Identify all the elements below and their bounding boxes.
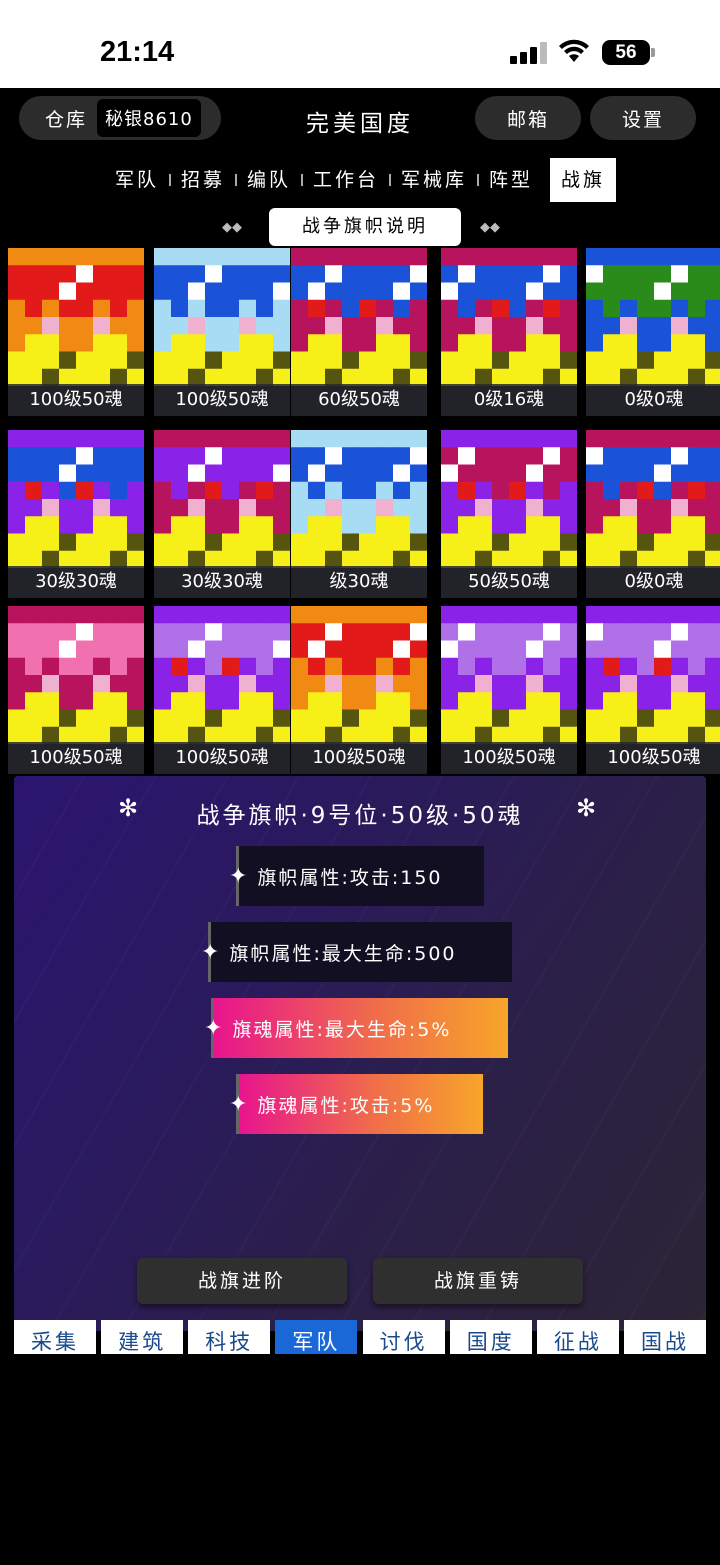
flag-image: [441, 606, 577, 744]
flag-image: [154, 248, 290, 386]
flag-slot[interactable]: 30级30魂: [8, 430, 144, 598]
flag-explain-button[interactable]: 战争旗帜说明: [269, 208, 461, 246]
bottom-nav: 采集 建筑 科技 军队 讨伐 国度 征战 国战: [14, 1320, 706, 1354]
battery-tip: [651, 48, 655, 57]
flag-level-label: 100级50魂: [8, 742, 144, 774]
panel-title-row: ✻ 战争旗帜·9号位·50级·50魂 ✻: [14, 794, 706, 830]
tab-3[interactable]: 工作台: [300, 158, 390, 202]
flag-image: [8, 248, 144, 386]
mail-button[interactable]: 邮箱: [475, 96, 581, 140]
flag-level-label: 100级50魂: [291, 742, 427, 774]
flag-detail-panel: ✻ 战争旗帜·9号位·50级·50魂 ✻ ✦ 旗帜属性:攻击:150 ✦ 旗帜属性:最…: [14, 776, 706, 1331]
flag-slot[interactable]: 100级50魂: [154, 248, 290, 416]
flag-level-label: 100级50魂: [586, 742, 720, 774]
attribute-text: 旗魂属性:最大生命:5%: [232, 1018, 452, 1041]
flag-level-label: 30级30魂: [8, 566, 144, 598]
flag-level-label: 100级50魂: [154, 742, 290, 774]
settings-button[interactable]: 设置: [590, 96, 696, 140]
sparkle-icon: ✦: [229, 863, 250, 889]
status-bar: 21:14 56: [0, 0, 720, 88]
asterisk-icon: ✻: [118, 794, 142, 822]
flag-slot[interactable]: 0级0魂: [586, 248, 720, 416]
signal-icon: [510, 42, 548, 64]
flag-level-label: 级30魂: [291, 566, 427, 598]
flag-image: [154, 606, 290, 744]
flag-level-label: 100级50魂: [441, 742, 577, 774]
attribute-row: ✦ 旗帜属性:最大生命:500: [201, 922, 512, 982]
flag-level-label: 100级50魂: [8, 384, 144, 416]
flag-slot[interactable]: 0级16魂: [441, 248, 577, 416]
flag-level-label: 50级50魂: [441, 566, 577, 598]
diamond-icon: ◆◆: [480, 220, 500, 235]
tab-bar: 军队 招募 编队 工作台 军械库 阵型 战旗: [0, 158, 720, 202]
flag-image: [586, 430, 720, 568]
flag-slot[interactable]: 级30魂: [291, 430, 427, 598]
sparkle-icon: ✦: [204, 1015, 225, 1041]
diamond-icon: ◆◆: [222, 220, 242, 235]
flag-image: [291, 248, 427, 386]
warehouse-label: 仓库: [45, 108, 88, 131]
bottom-nav-item[interactable]: 讨伐: [362, 1320, 445, 1354]
flag-slot[interactable]: 100级50魂: [154, 606, 290, 774]
top-header: 仓库 秘银8610 完美国度 邮箱 设置: [0, 88, 720, 150]
tab-1[interactable]: 招募: [168, 158, 236, 202]
flag-image: [441, 430, 577, 568]
battery-icon: 56: [602, 40, 650, 65]
attribute-text: 旗帜属性:攻击:150: [257, 866, 443, 889]
bottom-nav-item[interactable]: 采集: [14, 1320, 96, 1354]
flag-slot[interactable]: 100级50魂: [441, 606, 577, 774]
sparkle-icon: ✦: [229, 1091, 250, 1117]
silver-count: 秘银8610: [97, 99, 201, 137]
flag-image: [8, 606, 144, 744]
flag-recast-button[interactable]: 战旗重铸: [373, 1258, 583, 1304]
asterisk-icon: ✻: [576, 794, 600, 822]
flag-level-label: 60级50魂: [291, 384, 427, 416]
flag-image: [8, 430, 144, 568]
flag-image: [586, 606, 720, 744]
warehouse-button[interactable]: 仓库 秘银8610: [19, 96, 221, 140]
flag-image: [586, 248, 720, 386]
attribute-row: ✦ 旗帜属性:攻击:150: [229, 846, 484, 906]
flag-level-label: 30级30魂: [154, 566, 290, 598]
bottom-nav-item[interactable]: 国度: [449, 1320, 532, 1354]
bottom-nav-item[interactable]: 建筑: [101, 1320, 184, 1354]
flag-advance-button[interactable]: 战旗进阶: [137, 1258, 347, 1304]
flag-level-label: 0级16魂: [441, 384, 577, 416]
attribute-text: 旗魂属性:攻击:5%: [257, 1094, 435, 1117]
bottom-nav-item[interactable]: 军队: [275, 1320, 358, 1354]
bottom-nav-item[interactable]: 科技: [188, 1320, 271, 1354]
panel-title: 战争旗帜·9号位·50级·50魂: [196, 803, 524, 829]
flag-slot[interactable]: 100级50魂: [291, 606, 427, 774]
status-time: 21:14: [100, 36, 175, 68]
flag-image: [291, 606, 427, 744]
attribute-row: ✦ 旗魂属性:攻击:5%: [229, 1074, 483, 1134]
flag-level-label: 100级50魂: [154, 384, 290, 416]
flag-slot[interactable]: 100级50魂: [586, 606, 720, 774]
flag-level-label: 0级0魂: [586, 384, 720, 416]
flag-slot[interactable]: 60级50魂: [291, 248, 427, 416]
tab-0[interactable]: 军队: [104, 158, 170, 202]
flag-slot[interactable]: 100级50魂: [8, 606, 144, 774]
tab-5[interactable]: 阵型: [477, 158, 544, 202]
flag-image: [291, 430, 427, 568]
bottom-nav-item[interactable]: 征战: [536, 1320, 619, 1354]
explain-row: ◆◆ 战争旗帜说明 ◆◆: [0, 208, 720, 246]
attribute-text: 旗帜属性:最大生命:500: [229, 942, 457, 965]
wifi-icon: [559, 39, 589, 62]
flag-level-label: 0级0魂: [586, 566, 720, 598]
tab-6[interactable]: 战旗: [550, 158, 617, 202]
flag-slot[interactable]: 50级50魂: [441, 430, 577, 598]
bottom-nav-item[interactable]: 国战: [623, 1320, 706, 1354]
flag-slot[interactable]: 30级30魂: [154, 430, 290, 598]
tab-2[interactable]: 编队: [234, 158, 302, 202]
sparkle-icon: ✦: [201, 939, 222, 965]
flag-image: [154, 430, 290, 568]
tab-4[interactable]: 军械库: [388, 158, 478, 202]
flag-slot[interactable]: 100级50魂: [8, 248, 144, 416]
flag-slot[interactable]: 0级0魂: [586, 430, 720, 598]
attribute-row: ✦ 旗魂属性:最大生命:5%: [204, 998, 508, 1058]
flag-image: [441, 248, 577, 386]
